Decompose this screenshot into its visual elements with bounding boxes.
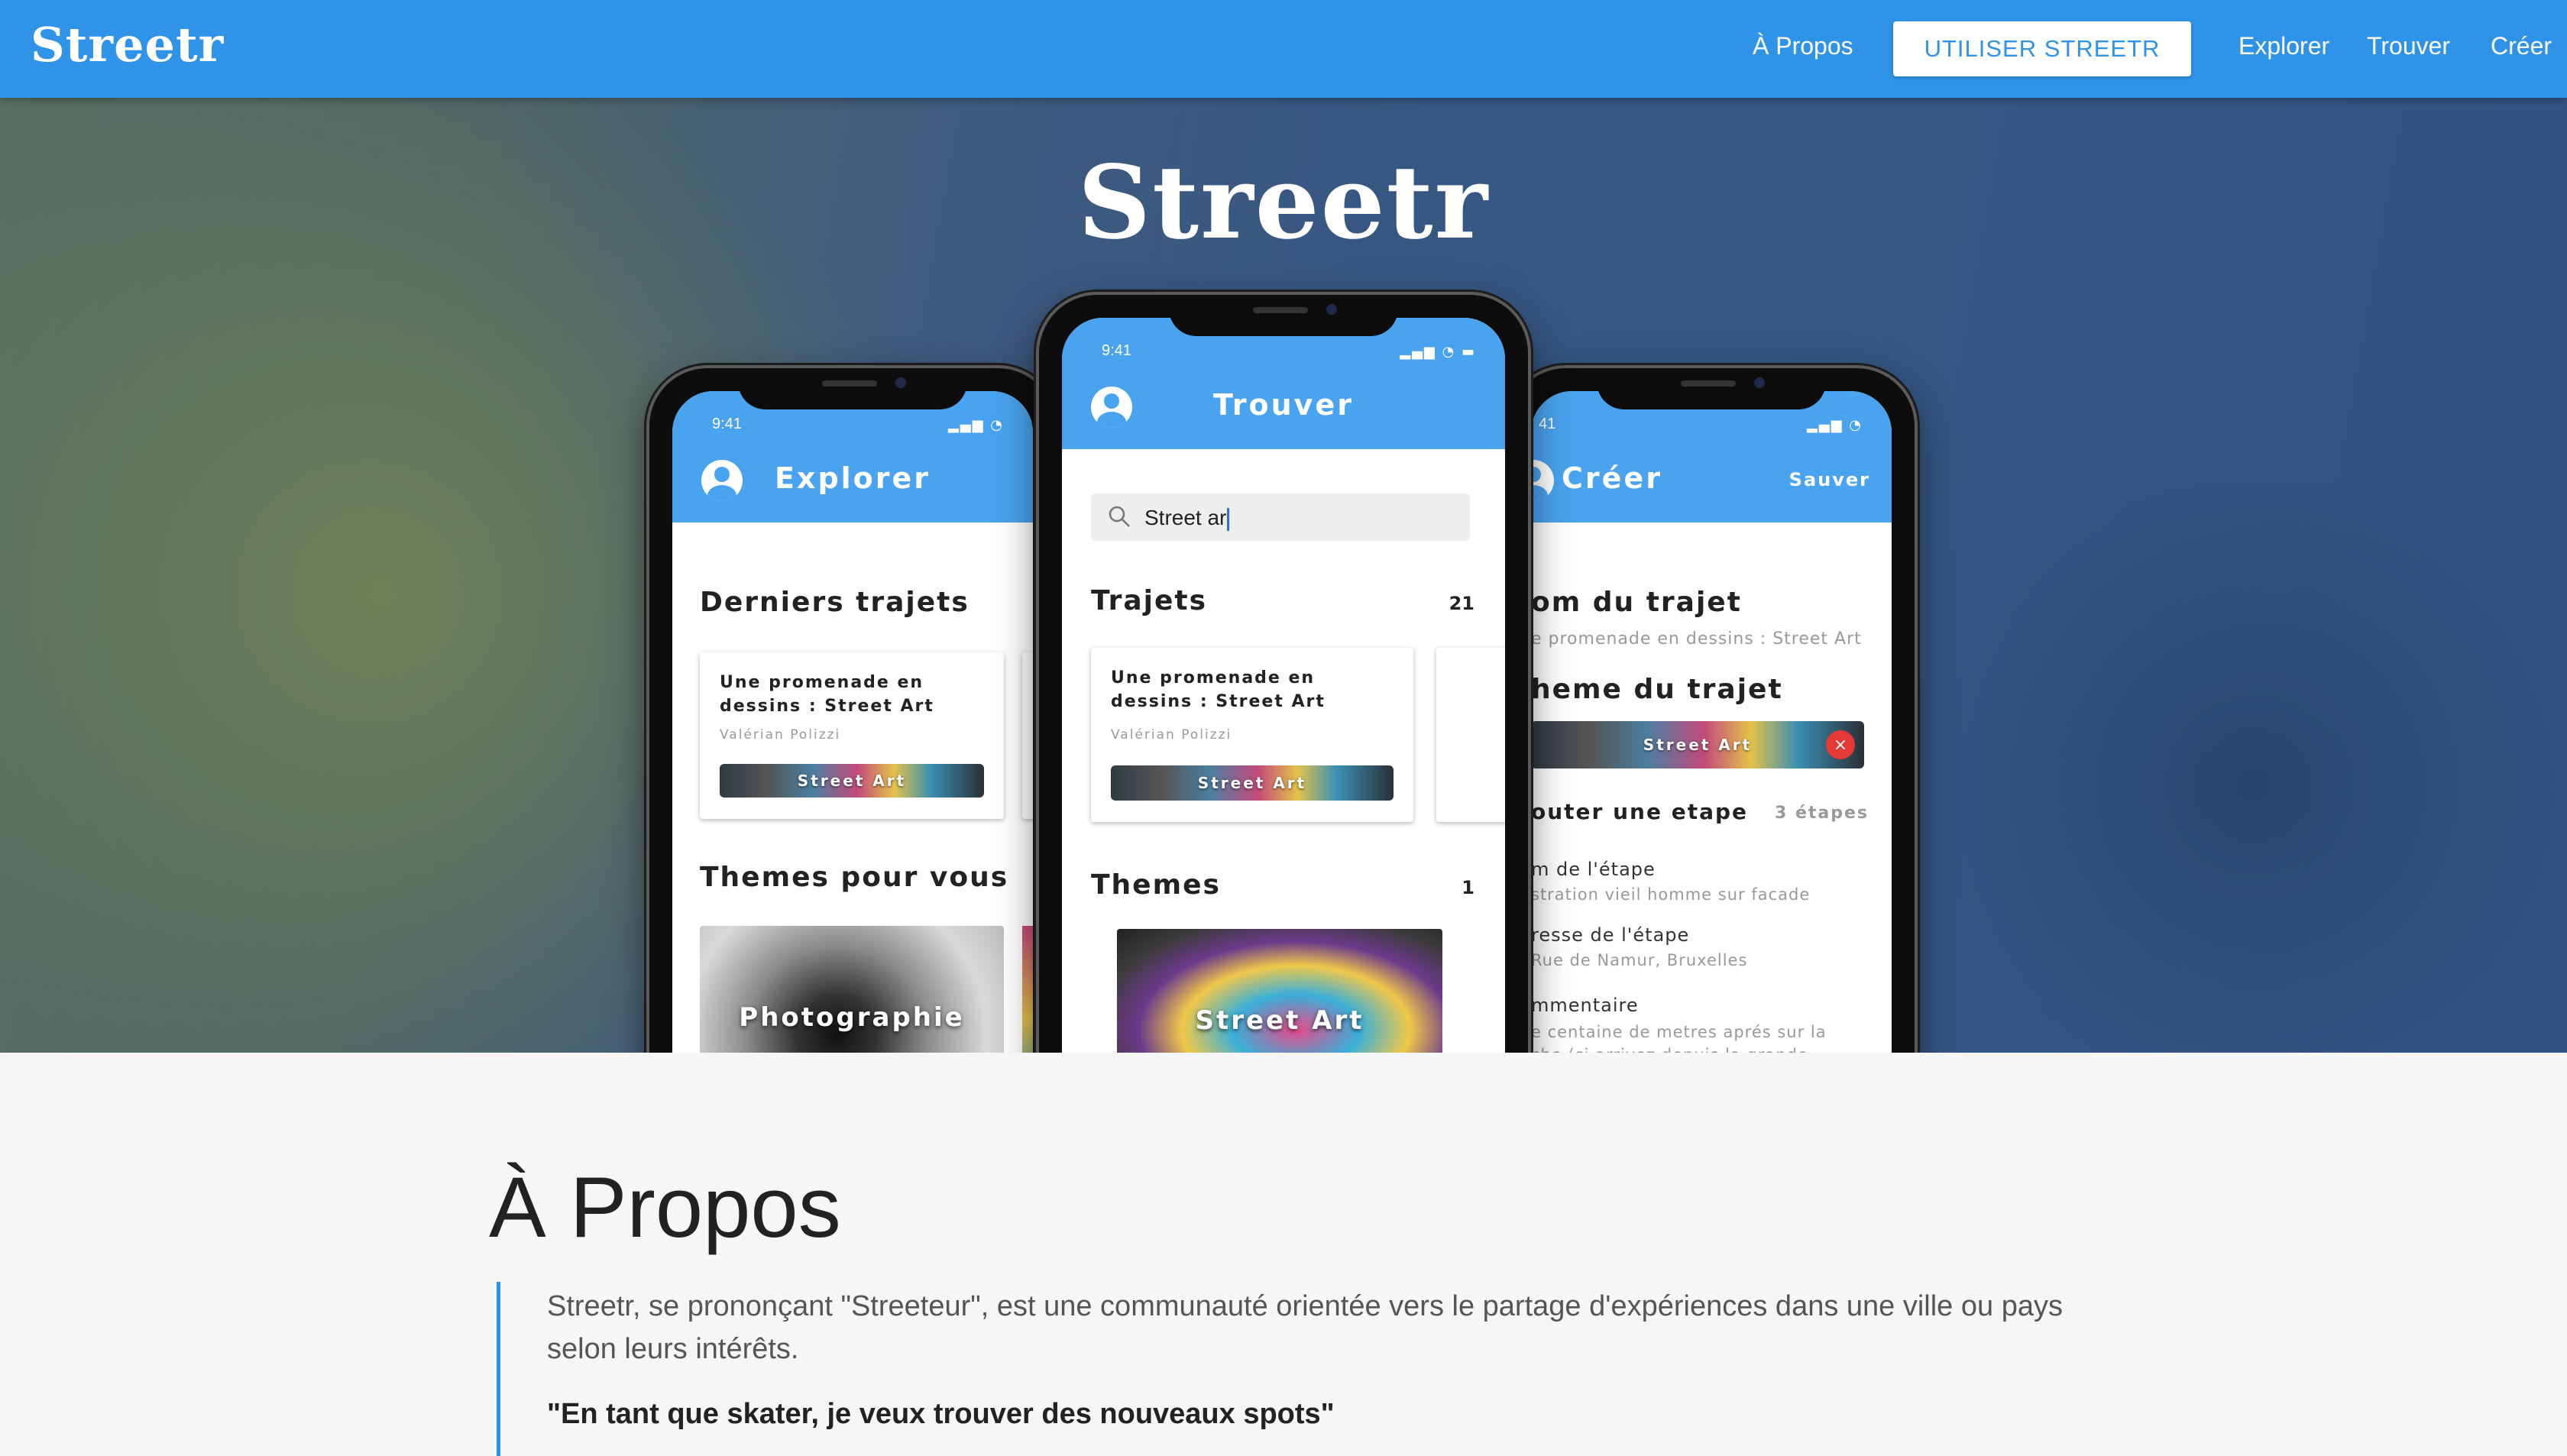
app-header: Créer Sauver [1531, 438, 1892, 523]
search-query: Street ar [1144, 506, 1227, 529]
signal-icon: ▂▄▆ ◔ [1807, 417, 1863, 433]
about-description: Streetr, se prononçant "Streeteur", est … [547, 1290, 2063, 1365]
brand-logo[interactable]: Streetr [31, 17, 224, 73]
phone-screen: 9:41 ▂▄▆ ◔ Explorer Derniers trajets Une… [672, 391, 1033, 1053]
blockquote-bar [497, 1282, 500, 1456]
trip-card-title: Une promenade en dessins : Street Art [720, 673, 934, 716]
phone-notch [1597, 368, 1826, 409]
phone-notch [738, 368, 967, 409]
signal-icon: ▂▄▆ ◔ [948, 417, 1004, 433]
navbar: Streetr À Propos UTILISER STREETR Explor… [0, 0, 2567, 98]
theme-tag-label: Street Art [797, 772, 907, 790]
status-time: 9:41 [1102, 342, 1131, 359]
nav-create-link[interactable]: Créer [2491, 32, 2552, 60]
status-time: 9:41 [712, 416, 742, 432]
phone-screen: 9:41 ▂▄▆ ◔ ▬ Trouver Street ar Trajets 2… [1062, 318, 1505, 1053]
trip-card-author: Valérian Polizzi [1111, 727, 1232, 743]
theme-tag-label: Street Art [1197, 774, 1307, 792]
hero-section: Streetr 9:41 ▂▄▆ ◔ Explorer Derniers tra… [0, 98, 2567, 1053]
theme-card-label: Street Art [1195, 1005, 1364, 1036]
phone-mockup-find: 9:41 ▂▄▆ ◔ ▬ Trouver Street ar Trajets 2… [1036, 292, 1531, 1053]
themes-count: 1 [1462, 877, 1474, 898]
step-comment-line[interactable]: che (si arrivez depuis la grande [1531, 1043, 1808, 1053]
trips-heading: Trajets [1091, 585, 1208, 616]
trip-name-value[interactable]: e promenade en dessins : Street Art [1531, 628, 1862, 651]
app-header-title: Explorer [774, 461, 931, 495]
step-address-value[interactable]: Rue de Namur, Bruxelles [1531, 949, 1747, 972]
save-button[interactable]: Sauver [1789, 469, 1870, 490]
themes-heading: Themes pour vous [700, 862, 1009, 893]
trip-card[interactable] [1436, 648, 1505, 822]
trip-card[interactable] [1022, 652, 1033, 819]
nav-find-link[interactable]: Trouver [2367, 32, 2450, 60]
themes-heading: Themes [1091, 869, 1221, 901]
theme-card[interactable] [1022, 926, 1033, 1053]
nav-about-link[interactable]: À Propos [1753, 32, 1853, 60]
hero-title: Streetr [1077, 144, 1490, 262]
signal-icon: ▂▄▆ ◔ ▬ [1400, 344, 1476, 360]
about-section: À Propos Streetr, se prononçant "Streete… [0, 1053, 2567, 1456]
step-name-value[interactable]: stration vieil homme sur facade [1531, 883, 1810, 906]
about-quote: "En tant que skater, je veux trouver des… [547, 1398, 1335, 1430]
trip-card[interactable]: Une promenade en dessins : Street Art Va… [1091, 648, 1413, 822]
use-streetr-button[interactable]: UTILISER STREETR [1893, 21, 2191, 76]
nav-explore-link[interactable]: Explorer [2238, 32, 2329, 60]
trip-card-author: Valérian Polizzi [720, 727, 841, 743]
theme-tag-label: Street Art [1643, 736, 1753, 754]
app-header-title: Créer [1562, 461, 1662, 495]
step-count: 3 étapes [1774, 804, 1869, 823]
theme-tag: Street Art [720, 764, 984, 798]
theme-card-photography[interactable]: Photographie [700, 926, 1004, 1053]
theme-tag: Street Art [1111, 765, 1394, 801]
phone-mockup-create: 41 ▂▄▆ ◔ Créer Sauver om du trajet e pro… [1505, 365, 1918, 1053]
close-icon[interactable]: × [1826, 730, 1855, 759]
trip-name-heading: om du trajet [1531, 587, 1742, 618]
search-input[interactable]: Street ar [1091, 493, 1470, 541]
text-caret [1227, 507, 1230, 531]
theme-tag: Street Art × [1531, 721, 1864, 768]
step-comment-label: mmentaire [1531, 995, 1639, 1016]
app-header-title: Trouver [1213, 388, 1354, 422]
theme-card-label: Photographie [739, 1002, 965, 1033]
trip-card[interactable]: Une promenade en dessins : Street Art Va… [700, 652, 1004, 819]
status-time: 41 [1539, 416, 1556, 432]
step-name-label: m de l'étape [1531, 859, 1656, 880]
search-icon [1109, 506, 1130, 527]
step-address-label: resse de l'étape [1531, 924, 1690, 946]
phone-screen: 41 ▂▄▆ ◔ Créer Sauver om du trajet e pro… [1531, 391, 1892, 1053]
about-title: À Propos [489, 1160, 841, 1255]
trip-theme-heading: heme du trajet [1531, 674, 1783, 705]
phone-notch [1169, 295, 1398, 336]
trips-count: 21 [1449, 593, 1474, 614]
phone-mockup-explore: 9:41 ▂▄▆ ◔ Explorer Derniers trajets Une… [646, 365, 1059, 1053]
recent-trips-heading: Derniers trajets [700, 587, 970, 618]
app-header: Explorer [672, 438, 1033, 523]
app-header: Trouver [1062, 365, 1505, 449]
theme-card-street-art[interactable]: Street Art [1117, 929, 1442, 1053]
step-comment-line[interactable]: e centaine de metres aprés sur la [1531, 1021, 1827, 1043]
add-step-heading: outer une etape [1531, 799, 1749, 824]
trip-card-title: Une promenade en dessins : Street Art [1111, 668, 1326, 711]
